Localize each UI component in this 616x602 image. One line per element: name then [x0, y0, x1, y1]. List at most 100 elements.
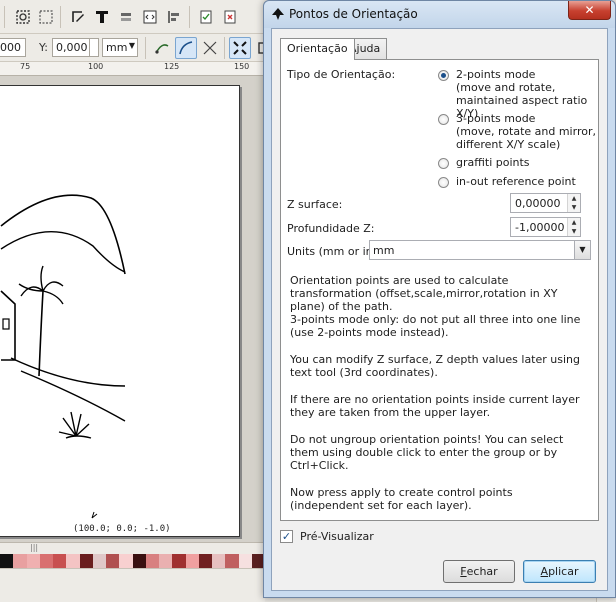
palette-swatch[interactable] [0, 554, 14, 568]
palette-swatch[interactable] [145, 554, 159, 568]
preferences-icon[interactable] [219, 6, 241, 28]
units-label: Units (mm or in): [287, 245, 381, 258]
snap-nodes-icon[interactable] [151, 37, 173, 59]
palette-swatch[interactable] [26, 554, 40, 568]
radio-in-out[interactable]: in-out reference point [438, 175, 576, 188]
fill-stroke-icon[interactable] [67, 6, 89, 28]
palette-swatch[interactable] [198, 554, 212, 568]
help-text: Orientation points are used to calculate… [290, 274, 586, 526]
z-surface-spinner[interactable]: 0,00000 ▲ ▼ [510, 193, 581, 213]
snap-intersections-icon[interactable] [199, 37, 221, 59]
dialog-titlebar[interactable]: Pontos de Orientação ✕ [264, 1, 615, 28]
drawing-canvas[interactable]: (100.0; 0.0; -1.0) [0, 76, 265, 542]
ruler-tick: 100 [88, 62, 104, 71]
radio-graffiti-label: graffiti points [456, 156, 530, 169]
checkmark-icon: ✓ [281, 530, 292, 543]
scroll-grip-icon: ||| [30, 543, 39, 552]
info-paragraph: Now press apply to create control points… [290, 486, 513, 512]
arrow-up-icon[interactable]: ▲ [568, 218, 580, 227]
text-tool-icon[interactable] [91, 6, 113, 28]
z-depth-value: -1,00000 [515, 221, 565, 234]
radio-button[interactable] [438, 70, 449, 81]
palette-swatch[interactable] [159, 554, 173, 568]
layers-icon[interactable] [115, 6, 137, 28]
align-distribute-icon[interactable] [163, 6, 185, 28]
palette-swatch[interactable] [225, 554, 239, 568]
y-spin-arrows[interactable] [89, 38, 99, 57]
horizontal-ruler: 75 100 125 150 [0, 62, 265, 76]
palette-swatch[interactable] [106, 554, 120, 568]
info-paragraph: Orientation points are used to calculate… [290, 274, 581, 339]
palette-swatch[interactable] [92, 554, 106, 568]
ruler-tick: 150 [234, 62, 250, 71]
chevron-down-icon: ▼ [128, 41, 135, 50]
arrow-down-icon[interactable]: ▼ [568, 203, 580, 212]
preview-checkbox[interactable]: ✓ [280, 530, 293, 543]
palette-swatch[interactable] [172, 554, 186, 568]
radio-3-points[interactable]: 3-points mode (move, rotate and mirror, … [438, 112, 596, 151]
units-select-value: mm [373, 244, 395, 257]
z-depth-spinner[interactable]: -1,00000 ▲ ▼ [510, 217, 581, 237]
units-select[interactable]: mm ▼ [369, 240, 591, 260]
ruler-tick: 125 [164, 62, 180, 71]
zoom-drawing-icon[interactable] [12, 6, 34, 28]
toolbar-separator [60, 6, 61, 28]
close-button[interactable]: Fechar [443, 560, 515, 583]
z-surface-label: Z surface: [287, 198, 343, 211]
radio-graffiti[interactable]: graffiti points [438, 156, 530, 169]
apply-button[interactable]: Aplicar [523, 560, 596, 583]
document-properties-icon[interactable] [195, 6, 217, 28]
palette-swatch[interactable] [132, 554, 146, 568]
x-field[interactable]: 000 [0, 38, 26, 57]
preview-label: Pré-Visualizar [300, 530, 374, 543]
close-button-label: echar [466, 565, 498, 578]
document-page: (100.0; 0.0; -1.0) [0, 85, 240, 537]
radio-selected-dot [441, 73, 446, 78]
close-window-button[interactable]: ✕ [568, 1, 611, 20]
spin-arrows[interactable]: ▲ ▼ [567, 218, 580, 236]
arrow-down-icon[interactable]: ▼ [568, 227, 580, 236]
spin-arrows[interactable]: ▲ ▼ [567, 194, 580, 212]
palette-swatch[interactable] [238, 554, 252, 568]
drawing-artwork [0, 194, 126, 519]
node-editor-icon[interactable] [35, 6, 57, 28]
snap-bbox-toggle[interactable] [229, 37, 251, 59]
palette-swatch[interactable] [66, 554, 80, 568]
palette-swatch[interactable] [185, 554, 199, 568]
palette-swatch[interactable] [53, 554, 67, 568]
color-palette[interactable] [0, 554, 265, 568]
y-field[interactable]: 0,000 [52, 38, 90, 57]
radio-button[interactable] [438, 177, 449, 188]
palette-swatch[interactable] [79, 554, 93, 568]
orientation-tab-panel: Tipo de Orientação: 2-points mode (move … [280, 59, 599, 521]
unit-select[interactable]: mm ▼ [102, 38, 138, 57]
radio-3-points-label: 3-points mode (move, rotate and mirror, … [456, 112, 596, 151]
snap-paths-toggle[interactable] [175, 37, 197, 59]
info-paragraph: If there are no orientation points insid… [290, 393, 580, 419]
arrow-up-icon[interactable]: ▲ [568, 194, 580, 203]
toolbar-separator [224, 37, 225, 59]
y-label: Y: [39, 41, 48, 54]
preview-checkbox-row[interactable]: ✓ Pré-Visualizar [280, 530, 374, 543]
radio-button[interactable] [438, 158, 449, 169]
chevron-down-icon[interactable]: ▼ [574, 241, 590, 259]
info-paragraph: Do not ungroup orientation points! You c… [290, 433, 564, 472]
orientation-points-dialog: Pontos de Orientação ✕ Orientação Ajuda … [263, 0, 616, 598]
dialog-body: Orientação Ajuda Tipo de Orientação: 2-p… [271, 28, 608, 591]
horizontal-scrollbar[interactable]: ||| [0, 542, 265, 554]
radio-in-out-label: in-out reference point [456, 175, 576, 188]
status-bar [0, 568, 265, 602]
palette-swatch[interactable] [13, 554, 27, 568]
palette-swatch[interactable] [119, 554, 133, 568]
ruler-tick: 75 [20, 62, 31, 71]
radio-button[interactable] [438, 114, 449, 125]
info-paragraph: You can modify Z surface, Z depth values… [290, 353, 580, 379]
palette-swatch[interactable] [39, 554, 53, 568]
tab-orientacao[interactable]: Orientação [280, 38, 355, 60]
palette-swatch[interactable] [212, 554, 226, 568]
orientation-type-label: Tipo de Orientação: [287, 68, 396, 81]
xml-editor-icon[interactable] [139, 6, 161, 28]
z-depth-label: Profundidade Z: [287, 222, 375, 235]
inkscape-logo-icon [272, 8, 284, 20]
orientation-point-label: (100.0; 0.0; -1.0) [73, 524, 171, 534]
